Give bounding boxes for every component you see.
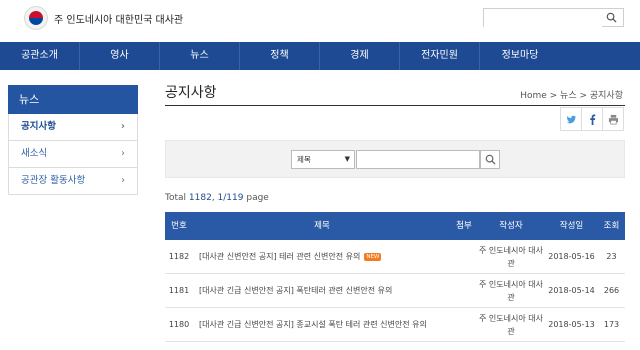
nav-item-news[interactable]: 뉴스	[160, 42, 240, 70]
table-row[interactable]: 1181 [대사관 긴급 신변안전 공지] 폭탄테러 관련 신변안전 유의 주 …	[165, 274, 625, 308]
nav-item-policy[interactable]: 정책	[240, 42, 320, 70]
print-button[interactable]	[602, 107, 624, 131]
sidebar-title: 뉴스	[8, 85, 138, 114]
board-search-bar: 제목 ▼	[165, 140, 625, 178]
caret-down-icon: ▼	[344, 155, 350, 163]
main-nav: 공관소개 영사 뉴스 정책 경제 전자민원 정보마당	[0, 42, 640, 70]
search-field-select[interactable]: 제목 ▼	[291, 150, 355, 169]
row-attach	[451, 308, 477, 341]
header: 주 인도네시아 대한민국 대사관	[0, 0, 640, 42]
row-author: 주 인도네시아 대사관	[479, 246, 543, 268]
twitter-icon	[566, 115, 576, 123]
sidebar-item-label: 공지사항	[21, 121, 56, 132]
row-date: 2018-05-14	[548, 286, 595, 295]
search-field-select-value: 제목	[297, 155, 311, 164]
row-author: 주 인도네시아 대사관	[479, 314, 543, 336]
chevron-right-icon: ›	[121, 148, 125, 159]
row-attach	[451, 274, 477, 307]
total-number: 1182	[188, 193, 212, 203]
page-title: 공지사항	[165, 85, 217, 101]
nav-item-about[interactable]: 공관소개	[0, 42, 80, 70]
header-views: 조회	[603, 221, 620, 231]
header-search	[483, 8, 624, 30]
header-attach: 첨부	[456, 221, 472, 231]
search-icon[interactable]	[606, 12, 617, 23]
table-header: 번호 제목 첨부 작성자 작성일 조회	[165, 212, 625, 240]
embassy-logo[interactable]	[24, 6, 48, 30]
row-no: 1181	[168, 286, 190, 295]
row-title-link[interactable]: [대사관 신변안전 공지] 테러 관련 신변안전 유의	[199, 252, 360, 261]
total-prefix: Total	[165, 193, 187, 203]
row-author: 주 인도네시아 대사관	[479, 280, 543, 302]
nav-item-economy[interactable]: 경제	[320, 42, 400, 70]
site-name[interactable]: 주 인도네시아 대한민국 대사관	[54, 11, 183, 26]
notice-table: 번호 제목 첨부 작성자 작성일 조회 1182 [대사관 신변안전 공지] 테…	[165, 212, 625, 342]
sidebar-item-ambassador-activities[interactable]: 공관장 활동사항 ›	[8, 168, 138, 195]
nav-item-e-civil[interactable]: 전자민원	[400, 42, 480, 70]
row-title-cell: [대사관 긴급 신변안전 공지] 종교시설 폭탄 테러 관련 신변안전 유의	[193, 308, 451, 341]
facebook-share-button[interactable]	[581, 107, 603, 131]
sidebar-item-label: 새소식	[21, 148, 48, 159]
header-search-input[interactable]	[484, 12, 602, 30]
table-row[interactable]: 1180 [대사관 긴급 신변안전 공지] 종교시설 폭탄 테러 관련 신변안전…	[165, 308, 625, 342]
row-title-cell: [대사관 긴급 신변안전 공지] 폭탄테러 관련 신변안전 유의	[193, 274, 451, 307]
nav-item-consular[interactable]: 영사	[80, 42, 160, 70]
print-icon	[608, 114, 618, 124]
header-date: 작성일	[559, 221, 584, 231]
row-date: 2018-05-16	[548, 252, 595, 261]
row-title-cell: [대사관 신변안전 공지] 테러 관련 신변안전 유의 NEW	[193, 240, 451, 273]
row-title-link[interactable]: [대사관 긴급 신변안전 공지] 종교시설 폭탄 테러 관련 신변안전 유의	[199, 320, 427, 329]
total-suffix: page	[246, 193, 269, 203]
row-no: 1180	[168, 320, 190, 329]
twitter-share-button[interactable]	[560, 107, 582, 131]
table-row[interactable]: 1182 [대사관 신변안전 공지] 테러 관련 신변안전 유의 NEW 주 인도…	[165, 240, 625, 274]
row-no: 1182	[168, 252, 190, 261]
chevron-right-icon: ›	[121, 175, 125, 186]
breadcrumb: Home > 뉴스 > 공지사항	[520, 91, 623, 101]
nav-item-info[interactable]: 정보마당	[480, 42, 560, 70]
new-badge: NEW	[364, 252, 382, 261]
header-no: 번호	[171, 221, 187, 231]
search-icon	[485, 154, 496, 165]
header-title: 제목	[314, 221, 330, 231]
title-divider	[165, 105, 625, 106]
board-search-button[interactable]	[480, 150, 500, 169]
board-search-input[interactable]	[356, 150, 480, 169]
chevron-right-icon: ›	[120, 121, 125, 132]
row-views: 173	[603, 320, 620, 329]
row-date: 2018-05-13	[548, 320, 595, 329]
row-attach	[451, 240, 477, 273]
row-views: 23	[606, 252, 617, 261]
sidebar-item-label: 공관장 활동사항	[21, 175, 86, 186]
facebook-icon	[589, 113, 595, 125]
sidebar: 뉴스 공지사항 › 새소식 › 공관장 활동사항 ›	[8, 85, 138, 195]
share-buttons	[560, 107, 624, 131]
header-author: 작성자	[499, 221, 523, 231]
sidebar-item-news[interactable]: 새소식 ›	[8, 141, 138, 168]
sidebar-item-notices[interactable]: 공지사항 ›	[8, 114, 138, 141]
page-indicator: 1/119	[217, 193, 244, 203]
row-views: 266	[603, 286, 620, 295]
total-count: Total 1182, 1/119 page	[165, 193, 269, 203]
row-title-link[interactable]: [대사관 긴급 신변안전 공지] 폭탄테러 관련 신변안전 유의	[199, 286, 392, 295]
